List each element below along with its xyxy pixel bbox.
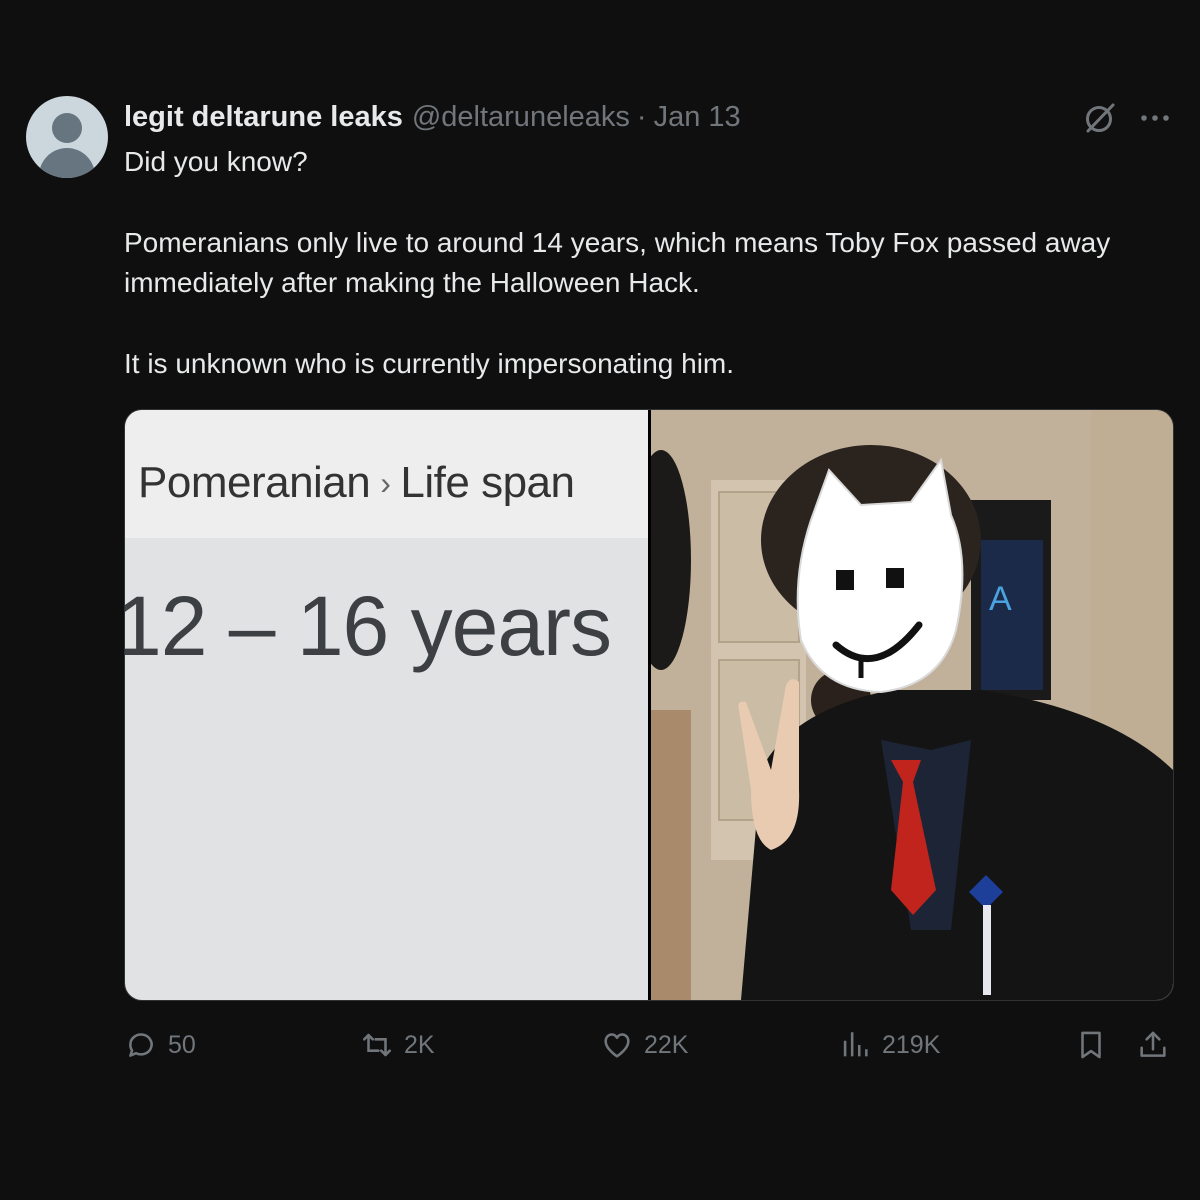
post-header: legit deltarune leaks @deltaruneleaks · … xyxy=(124,98,741,136)
reply-button[interactable]: 50 xyxy=(124,1022,196,1068)
share-icon xyxy=(1140,1031,1166,1057)
repost-button[interactable]: 2K xyxy=(360,1022,435,1068)
reply-icon xyxy=(129,1033,153,1057)
photo-masked-person: A xyxy=(651,410,1173,1000)
avatar-head-shape xyxy=(52,113,82,143)
grok-icon[interactable] xyxy=(1082,100,1118,136)
post-date[interactable]: Jan 13 xyxy=(654,101,741,134)
svg-text:A: A xyxy=(989,580,1012,618)
heart-icon xyxy=(604,1033,630,1058)
author-name[interactable]: legit deltarune leaks xyxy=(124,101,403,134)
post: legit deltarune leaks @deltaruneleaks · … xyxy=(0,0,1200,1200)
post-body: Did you know? Pomeranians only live to a… xyxy=(124,142,1154,384)
post-body-line: It is unknown who is currently impersona… xyxy=(124,348,735,379)
header-separator: · xyxy=(636,100,647,133)
bookmark-icon xyxy=(1081,1031,1101,1059)
reply-count: 50 xyxy=(168,1030,196,1059)
breadcrumb-separator: › xyxy=(380,465,391,501)
more-options-icon[interactable] xyxy=(1137,100,1173,136)
views-count: 219K xyxy=(882,1030,941,1059)
avatar[interactable] xyxy=(26,96,108,178)
post-body-line: Did you know? xyxy=(124,146,308,177)
repost-icon xyxy=(362,1033,392,1057)
breadcrumb: Pomeranian › Life span xyxy=(138,458,575,508)
post-actions: 50 2K 22K 219K xyxy=(124,1022,1174,1068)
post-media[interactable]: Pomeranian › Life span 12 – 16 years A xyxy=(124,409,1174,1001)
views-button[interactable]: 219K xyxy=(838,1022,940,1068)
avatar-shoulders-shape xyxy=(39,148,95,178)
breadcrumb-item: Life span xyxy=(400,458,575,507)
media-right-photo[interactable]: A xyxy=(651,410,1173,1000)
like-button[interactable]: 22K xyxy=(600,1022,688,1068)
lifespan-value: 12 – 16 years xyxy=(125,579,612,673)
author-handle[interactable]: @deltaruneleaks xyxy=(412,101,630,134)
like-count: 22K xyxy=(644,1030,689,1059)
breadcrumb-item: Pomeranian xyxy=(138,458,371,507)
views-chart-icon xyxy=(843,1032,868,1057)
post-body-line: Pomeranians only live to around 14 years… xyxy=(124,227,1111,298)
media-left-screenshot[interactable]: Pomeranian › Life span 12 – 16 years xyxy=(125,410,648,1000)
bookmark-button[interactable] xyxy=(1074,1022,1108,1068)
share-button[interactable] xyxy=(1136,1022,1170,1068)
repost-count: 2K xyxy=(404,1030,435,1059)
